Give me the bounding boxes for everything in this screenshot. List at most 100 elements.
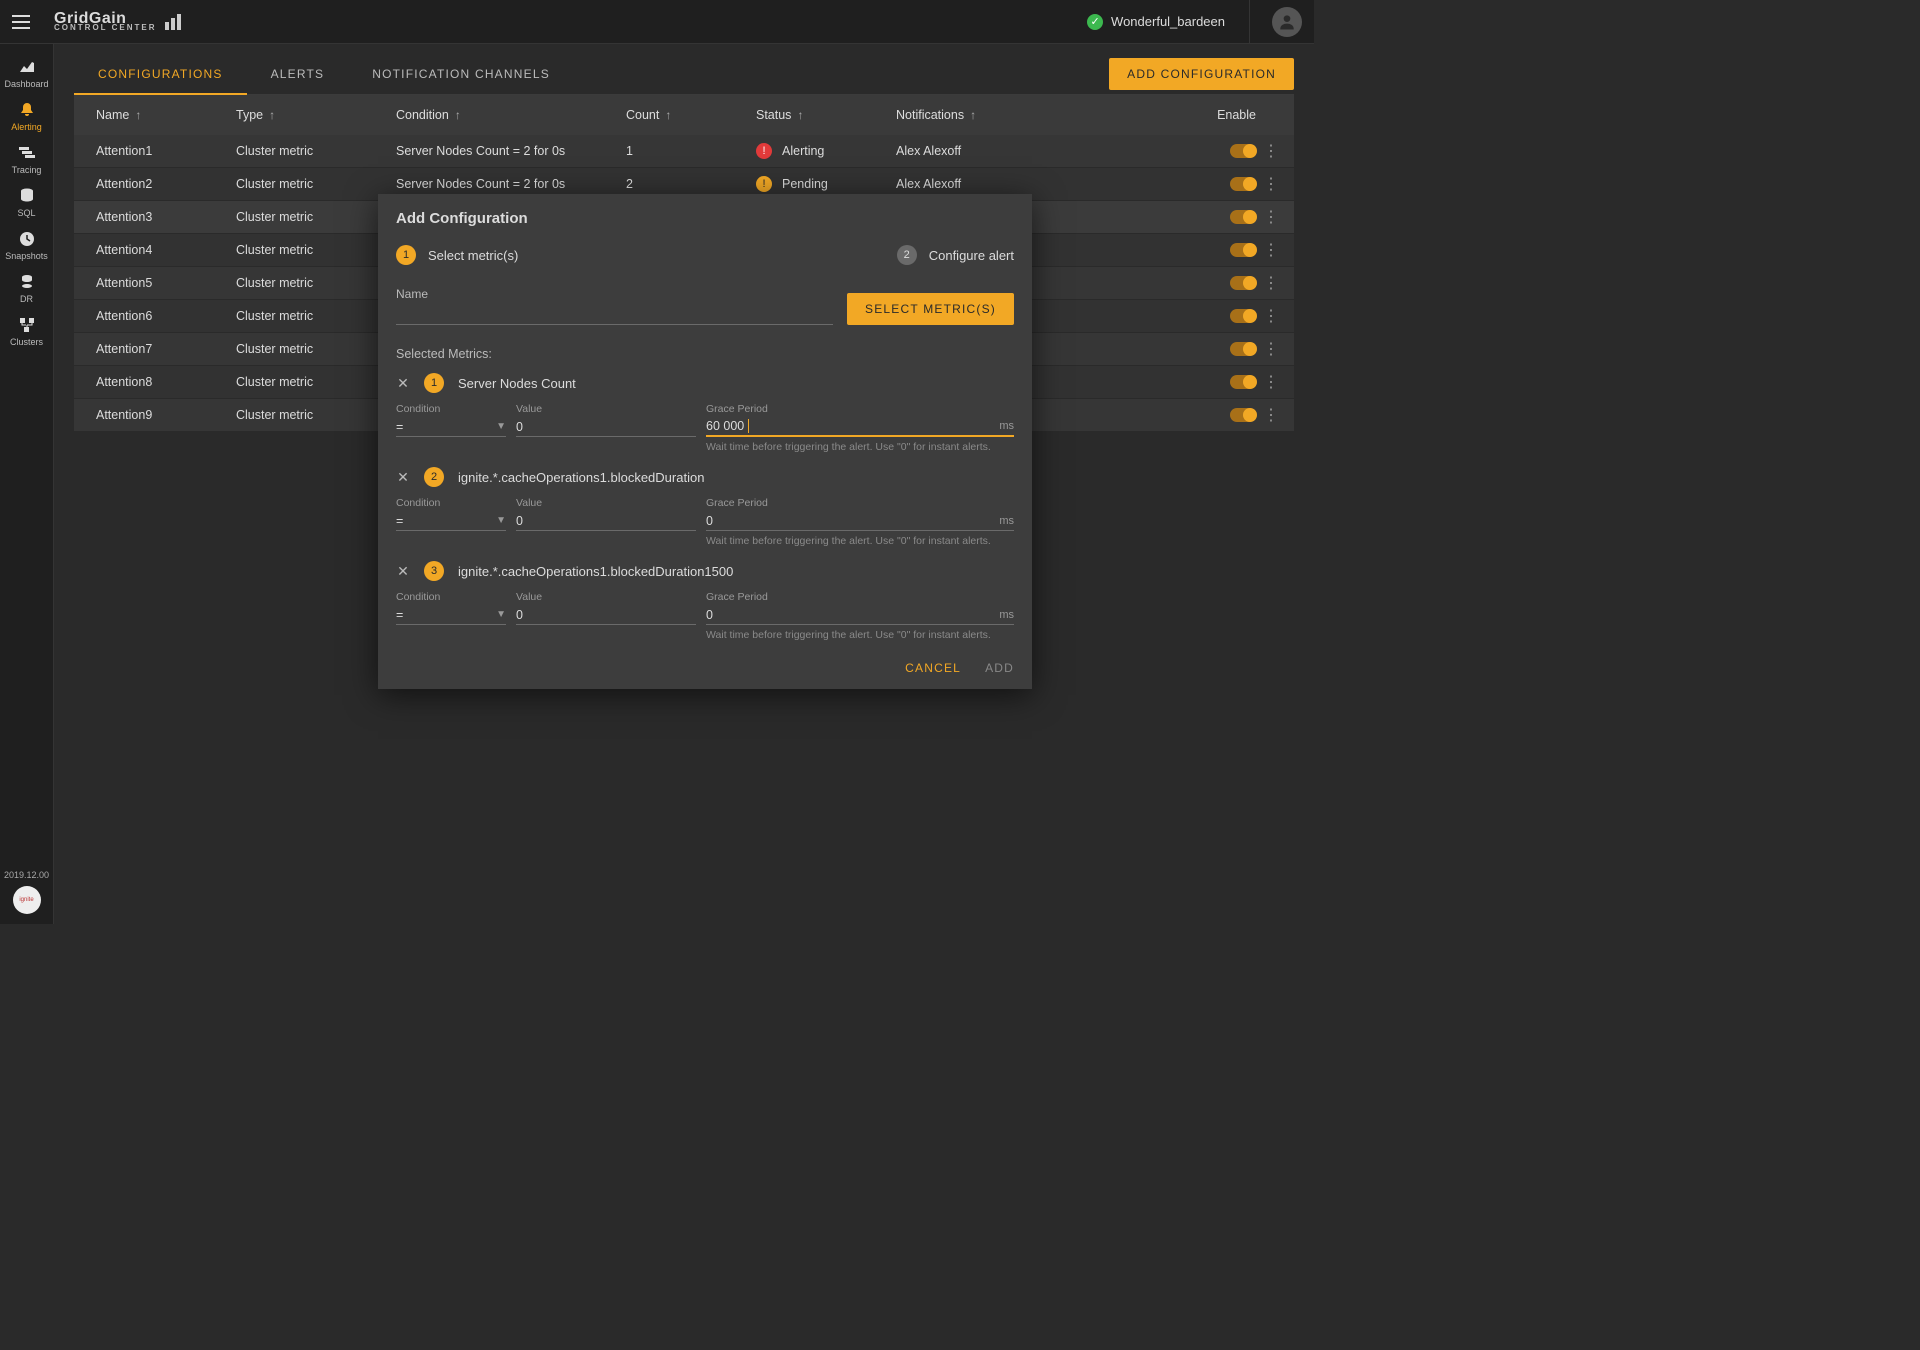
th-count[interactable]: Count↑ [626, 108, 756, 122]
topbar: GridGain CONTROL CENTER ✓ Wonderful_bard… [0, 0, 1314, 44]
row-menu-icon[interactable]: ⋮ [1256, 240, 1286, 260]
table-row[interactable]: Attention1 Cluster metric Server Nodes C… [74, 135, 1294, 168]
version-label: 2019.12.00 [4, 870, 49, 880]
database-icon [20, 187, 34, 205]
grace-period-field[interactable]: Grace Period 0ms Wait time before trigge… [706, 591, 1014, 641]
row-menu-icon[interactable]: ⋮ [1256, 405, 1286, 425]
config-name-input[interactable] [396, 303, 833, 325]
step-configure-alert[interactable]: 2 Configure alert [897, 245, 1014, 265]
status-badge-icon: ! [756, 143, 772, 159]
hamburger-menu-icon[interactable] [12, 11, 34, 33]
sidebar-item-sql[interactable]: SQL [0, 181, 53, 224]
field-label: Value [516, 497, 696, 509]
sort-up-icon: ↑ [797, 108, 803, 122]
value-input[interactable]: 0 [516, 514, 523, 528]
sidebar-item-snapshots[interactable]: Snapshots [0, 224, 53, 267]
chart-icon [19, 58, 35, 76]
table-header-row: Name↑ Type↑ Condition↑ Count↑ Status↑ No… [74, 95, 1294, 135]
value-input[interactable]: 0 [516, 608, 523, 622]
enable-toggle[interactable] [1230, 309, 1256, 323]
th-status[interactable]: Status↑ [756, 108, 896, 122]
help-text: Wait time before triggering the alert. U… [706, 441, 1014, 453]
cell-notifications: Alex Alexoff [896, 177, 1096, 191]
sidebar-item-label: Alerting [11, 122, 42, 132]
grace-period-field[interactable]: Grace Period 60 000ms Wait time before t… [706, 403, 1014, 453]
cluster-status[interactable]: ✓ Wonderful_bardeen [1087, 14, 1225, 30]
sidebar-item-clusters[interactable]: Clusters [0, 310, 53, 353]
field-label: Grace Period [706, 403, 1014, 415]
add-button[interactable]: ADD [985, 661, 1014, 675]
add-configuration-modal: Add Configuration 1 Select metric(s) 2 C… [378, 194, 1032, 689]
value-input[interactable]: 0 [516, 420, 523, 434]
row-menu-icon[interactable]: ⋮ [1256, 306, 1286, 326]
sidebar-item-tracing[interactable]: Tracing [0, 138, 53, 181]
condition-field[interactable]: Condition =▼ [396, 497, 506, 531]
value-field[interactable]: Value 0 [516, 497, 696, 531]
cell-type: Cluster metric [236, 408, 396, 422]
add-configuration-button[interactable]: ADD CONFIGURATION [1109, 58, 1294, 90]
th-type[interactable]: Type↑ [236, 108, 396, 122]
sort-up-icon: ↑ [269, 108, 275, 122]
cell-name: Attention3 [96, 210, 236, 224]
enable-toggle[interactable] [1230, 408, 1256, 422]
condition-field[interactable]: Condition =▼ [396, 591, 506, 625]
cell-count: 2 [626, 177, 756, 191]
status-text: Alerting [782, 144, 824, 158]
cell-status: !Pending [756, 176, 896, 192]
grace-input[interactable]: 60 000 [706, 419, 744, 433]
condition-value: = [396, 514, 403, 528]
row-menu-icon[interactable]: ⋮ [1256, 141, 1286, 161]
cell-name: Attention1 [96, 144, 236, 158]
tab-notification-channels[interactable]: NOTIFICATION CHANNELS [348, 55, 574, 93]
th-name[interactable]: Name↑ [96, 108, 236, 122]
row-menu-icon[interactable]: ⋮ [1256, 174, 1286, 194]
tracing-icon [19, 144, 35, 162]
modal-title: Add Configuration [396, 210, 1014, 227]
metric-name: ignite.*.cacheOperations1.blockedDuratio… [458, 564, 733, 579]
cell-type: Cluster metric [236, 342, 396, 356]
enable-toggle[interactable] [1230, 243, 1256, 257]
sidebar-item-alerting[interactable]: Alerting [0, 95, 53, 138]
enable-toggle[interactable] [1230, 375, 1256, 389]
enable-toggle[interactable] [1230, 144, 1256, 158]
remove-metric-icon[interactable]: ✕ [396, 469, 410, 486]
value-field[interactable]: Value 0 [516, 591, 696, 625]
tab-configurations[interactable]: CONFIGURATIONS [74, 55, 247, 95]
row-menu-icon[interactable]: ⋮ [1256, 372, 1286, 392]
cell-name: Attention8 [96, 375, 236, 389]
sidebar-item-dashboard[interactable]: Dashboard [0, 52, 53, 95]
enable-toggle[interactable] [1230, 342, 1256, 356]
condition-field[interactable]: Condition =▼ [396, 403, 506, 437]
grace-input[interactable]: 0 [706, 608, 713, 622]
dr-icon [19, 273, 35, 291]
remove-metric-icon[interactable]: ✕ [396, 375, 410, 392]
th-condition[interactable]: Condition↑ [396, 108, 626, 122]
user-avatar-icon[interactable] [1272, 7, 1302, 37]
powered-by-badge-icon: ignite [13, 886, 41, 914]
cancel-button[interactable]: CANCEL [905, 661, 961, 675]
row-menu-icon[interactable]: ⋮ [1256, 207, 1286, 227]
row-menu-icon[interactable]: ⋮ [1256, 339, 1286, 359]
tab-alerts[interactable]: ALERTS [247, 55, 349, 93]
config-name-field[interactable]: Name [396, 287, 833, 325]
value-field[interactable]: Value 0 [516, 403, 696, 437]
brand-logo: GridGain CONTROL CENTER [54, 11, 181, 32]
enable-toggle[interactable] [1230, 210, 1256, 224]
step-select-metrics[interactable]: 1 Select metric(s) [396, 245, 518, 265]
enable-toggle[interactable] [1230, 177, 1256, 191]
select-metrics-button[interactable]: SELECT METRIC(S) [847, 293, 1014, 325]
row-menu-icon[interactable]: ⋮ [1256, 273, 1286, 293]
th-enable[interactable]: Enable [1206, 108, 1256, 122]
enable-toggle[interactable] [1230, 276, 1256, 290]
cell-name: Attention2 [96, 177, 236, 191]
sidebar-item-label: DR [20, 294, 33, 304]
grace-period-field[interactable]: Grace Period 0ms Wait time before trigge… [706, 497, 1014, 547]
grace-input[interactable]: 0 [706, 514, 713, 528]
tabbar: CONFIGURATIONS ALERTS NOTIFICATION CHANN… [74, 54, 1294, 95]
sidebar-item-dr[interactable]: DR [0, 267, 53, 310]
status-text: Pending [782, 177, 828, 191]
brand-bars-icon [165, 14, 181, 30]
th-notifications[interactable]: Notifications↑ [896, 108, 1096, 122]
cell-type: Cluster metric [236, 243, 396, 257]
remove-metric-icon[interactable]: ✕ [396, 563, 410, 580]
